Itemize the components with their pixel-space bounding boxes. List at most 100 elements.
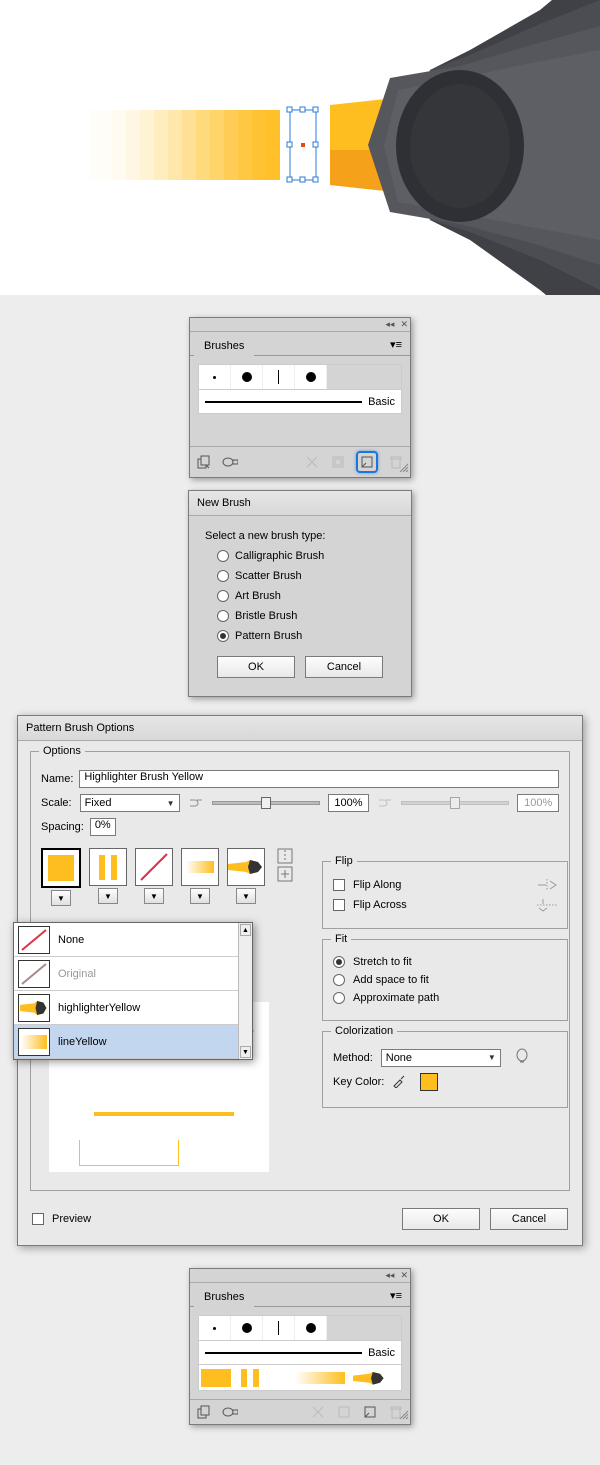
tile-end[interactable]	[227, 848, 265, 886]
libraries-icon[interactable]	[196, 454, 212, 470]
close-icon[interactable]: ✕	[400, 319, 408, 330]
tile-start-dropdown[interactable]: ▼	[190, 888, 210, 904]
ok-button[interactable]: OK	[217, 656, 295, 678]
dialog-title: Pattern Brush Options	[18, 716, 582, 741]
tips-icon[interactable]	[515, 1048, 529, 1067]
tile-start[interactable]	[181, 848, 219, 886]
artboard-canvas	[0, 0, 600, 295]
radio-scatter[interactable]: Scatter Brush	[217, 570, 395, 582]
panel-tab-brushes[interactable]: Brushes	[194, 335, 254, 356]
remove-stroke-icon	[310, 1404, 326, 1420]
method-label: Method:	[333, 1052, 373, 1064]
cancel-button[interactable]: Cancel	[490, 1208, 568, 1230]
new-brush-dialog: New Brush Select a new brush type: Calli…	[188, 490, 412, 697]
tile-icons-row	[277, 848, 293, 906]
scale-slider-2	[401, 801, 509, 805]
collapse-icon[interactable]: ◂◂	[385, 319, 394, 330]
brush-thumb[interactable]	[295, 1316, 327, 1340]
tile-inner-corner[interactable]	[135, 848, 173, 886]
scale-slider[interactable]	[212, 801, 320, 805]
remove-stroke-icon	[304, 454, 320, 470]
flip-across-check[interactable]: Flip Across	[333, 898, 557, 912]
flip-along-check[interactable]: Flip Along	[333, 878, 557, 892]
pattern-brush-options-dialog: Pattern Brush Options Options Name: High…	[17, 715, 583, 1246]
brush-highlighter-row[interactable]	[198, 1365, 402, 1391]
brush-basic-row[interactable]: Basic	[198, 1341, 402, 1365]
panel-header: ◂◂ ✕	[190, 1269, 410, 1283]
cancel-button[interactable]: Cancel	[305, 656, 383, 678]
name-input[interactable]: Highlighter Brush Yellow	[79, 770, 559, 788]
panel-header: ◂◂ ✕	[190, 318, 410, 332]
brush-thumb[interactable]	[295, 365, 327, 389]
brush-type-icon[interactable]	[222, 454, 238, 470]
brush-thumb[interactable]	[199, 365, 231, 389]
brush-basic-label: Basic	[368, 396, 395, 408]
radio-calligraphic[interactable]: Calligraphic Brush	[217, 550, 395, 562]
spacing-label: Spacing:	[41, 821, 84, 833]
radio-art[interactable]: Art Brush	[217, 590, 395, 602]
dialog-title: New Brush	[189, 491, 411, 516]
brush-thumbs-row	[198, 1315, 402, 1341]
brush-thumbs-row	[198, 364, 402, 390]
link-icon[interactable]	[188, 795, 204, 812]
libraries-icon[interactable]	[196, 1404, 212, 1420]
brushes-panel-after: ◂◂ ✕ Brushes ▾≡ Basic	[189, 1268, 411, 1425]
new-brush-prompt: Select a new brush type:	[205, 530, 395, 542]
tile-flip-icon[interactable]	[277, 848, 293, 864]
brush-basic-label: Basic	[368, 1347, 395, 1359]
resize-grip-icon[interactable]	[399, 1410, 409, 1423]
list-item-highlighter-yellow[interactable]: highlighterYellow	[14, 991, 252, 1025]
new-brush-button-highlight	[356, 451, 378, 473]
scale-label: Scale:	[41, 797, 72, 809]
tile-corner-dropdown[interactable]: ▼	[98, 888, 118, 904]
list-item-none[interactable]: None	[14, 923, 252, 957]
preview-check[interactable]: Preview	[32, 1213, 91, 1225]
tile-outer-corner[interactable]	[89, 848, 127, 886]
tile-side[interactable]	[41, 848, 81, 888]
link-icon2	[377, 795, 393, 812]
fit-approx[interactable]: Approximate path	[333, 992, 557, 1004]
scrollbar[interactable]: ▲ ▼	[238, 923, 252, 1059]
radio-pattern[interactable]: Pattern Brush	[217, 630, 395, 642]
brush-thumb[interactable]	[199, 1316, 231, 1340]
tile-side-dropdown[interactable]: ▼	[51, 890, 71, 906]
fit-group: Fit Stretch to fit Add space to fit Appr…	[322, 939, 568, 1021]
brush-thumb[interactable]	[231, 365, 263, 389]
brush-thumb[interactable]	[263, 1316, 295, 1340]
fit-addspace[interactable]: Add space to fit	[333, 974, 557, 986]
brush-thumb[interactable]	[263, 365, 295, 389]
list-item-line-yellow[interactable]: lineYellow	[14, 1025, 252, 1059]
new-brush-button[interactable]	[359, 454, 375, 470]
options-of-selected-icon	[330, 454, 346, 470]
eyedropper-icon[interactable]	[392, 1074, 406, 1091]
brush-thumb[interactable]	[231, 1316, 263, 1340]
tile-end-dropdown[interactable]: ▼	[236, 888, 256, 904]
resize-grip-icon[interactable]	[399, 463, 409, 476]
brush-type-icon[interactable]	[222, 1404, 238, 1420]
panel-menu-icon[interactable]: ▾≡	[390, 1289, 402, 1302]
method-select[interactable]: None▼	[381, 1049, 501, 1067]
tile-inner-dropdown[interactable]: ▼	[144, 888, 164, 904]
brushes-panel: ◂◂ ✕ Brushes ▾≡ Basic	[189, 317, 411, 478]
ok-button[interactable]: OK	[402, 1208, 480, 1230]
name-label: Name:	[41, 773, 73, 785]
key-color-swatch[interactable]	[420, 1073, 438, 1091]
brush-basic-row[interactable]: Basic	[198, 390, 402, 414]
new-brush-button[interactable]	[362, 1404, 378, 1420]
group-legend: Options	[39, 745, 85, 757]
panel-tab-brushes[interactable]: Brushes	[194, 1286, 254, 1307]
scale-value[interactable]: 100%	[328, 794, 370, 812]
panel-menu-icon[interactable]: ▾≡	[390, 338, 402, 351]
scale-mode-select[interactable]: Fixed▼	[80, 794, 180, 812]
scale-value-2: 100%	[517, 794, 559, 812]
flip-across-icon	[537, 898, 557, 912]
radio-bristle[interactable]: Bristle Brush	[217, 610, 395, 622]
tile-add-icon[interactable]	[277, 866, 293, 882]
list-item-original[interactable]: Original	[14, 957, 252, 991]
colorization-group: Colorization Method: None▼ Key Color:	[322, 1031, 568, 1108]
spacing-input[interactable]: 0%	[90, 818, 116, 836]
fit-stretch[interactable]: Stretch to fit	[333, 956, 557, 968]
options-of-selected-icon	[336, 1404, 352, 1420]
close-icon[interactable]: ✕	[400, 1270, 408, 1281]
collapse-icon[interactable]: ◂◂	[385, 1270, 394, 1281]
